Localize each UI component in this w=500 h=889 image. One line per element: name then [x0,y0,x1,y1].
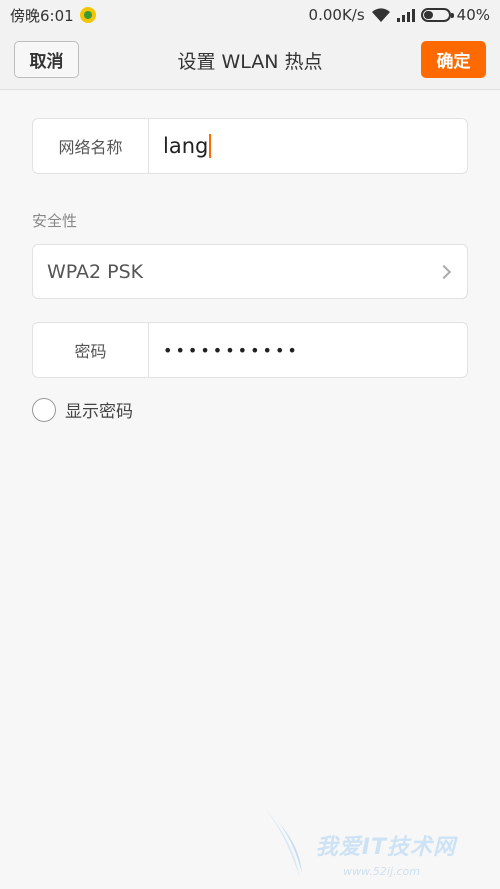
battery-percent: 40% [456,6,490,24]
password-input[interactable]: ••••••••••• [149,323,467,377]
battery-icon [420,8,454,22]
password-row: 密码 ••••••••••• [32,322,468,378]
status-bar: 傍晚6:01 0.00K/s 40% [0,0,500,30]
password-label: 密码 [33,323,149,377]
security-section-label: 安全性 [32,212,78,230]
action-bar: 取消 设置 WLAN 热点 确定 [0,30,500,90]
network-name-row: 网络名称 lang [32,118,468,174]
network-name-label: 网络名称 [33,119,149,173]
cancel-button[interactable]: 取消 [14,41,79,78]
network-name-value: lang [163,134,209,158]
signal-icon [396,8,415,22]
security-select[interactable]: WPA2 PSK [32,244,468,299]
watermark-url: www.52ij.com [343,865,420,878]
security-value: WPA2 PSK [47,260,144,283]
app-icon [79,7,96,23]
chevron-right-icon [436,264,452,279]
page-title: 设置 WLAN 热点 [177,50,323,73]
network-name-input[interactable]: lang [149,119,467,173]
show-password-toggle[interactable]: 显示密码 [32,397,133,422]
password-value: ••••••••••• [163,340,300,360]
show-password-label: 显示密码 [65,402,133,422]
watermark-text: 我爱IT技术网 [315,835,456,860]
network-speed: 0.00K/s [308,6,365,24]
confirm-button[interactable]: 确定 [421,41,486,78]
wifi-icon [371,8,390,22]
radio-icon[interactable] [32,397,56,422]
status-time: 傍晚6:01 [10,6,74,25]
battery-fill [423,11,434,19]
text-cursor [209,134,212,158]
watermark: 我爱IT技术网 www.52ij.com [260,803,480,883]
